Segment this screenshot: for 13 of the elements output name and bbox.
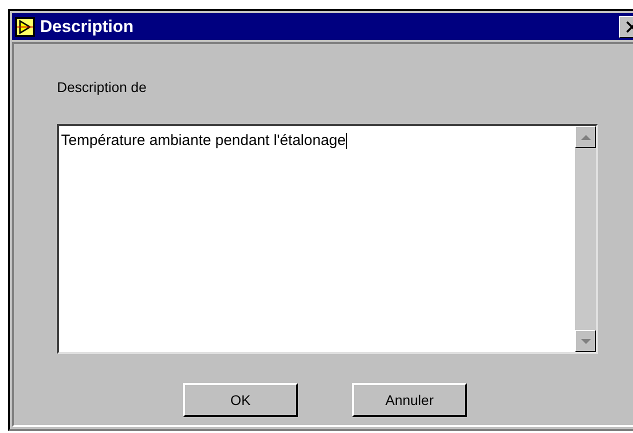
text-caret (346, 132, 347, 149)
scroll-up-button[interactable] (575, 126, 596, 148)
app-icon (14, 16, 36, 38)
dialog-button[interactable]: OK (183, 383, 298, 417)
field-value: Température ambiante pendant l'étalonage (61, 132, 346, 149)
up-arrow-icon (580, 134, 590, 140)
field-label: Description de (57, 78, 148, 97)
scrollbar[interactable] (575, 126, 596, 352)
down-arrow-icon (580, 338, 590, 344)
scroll-down-button[interactable] (575, 330, 596, 352)
window-title: Description (40, 18, 134, 35)
description-field[interactable]: Température ambiante pendant l'étalonage (57, 124, 598, 354)
dialog-button[interactable]: Annuler (352, 383, 467, 417)
